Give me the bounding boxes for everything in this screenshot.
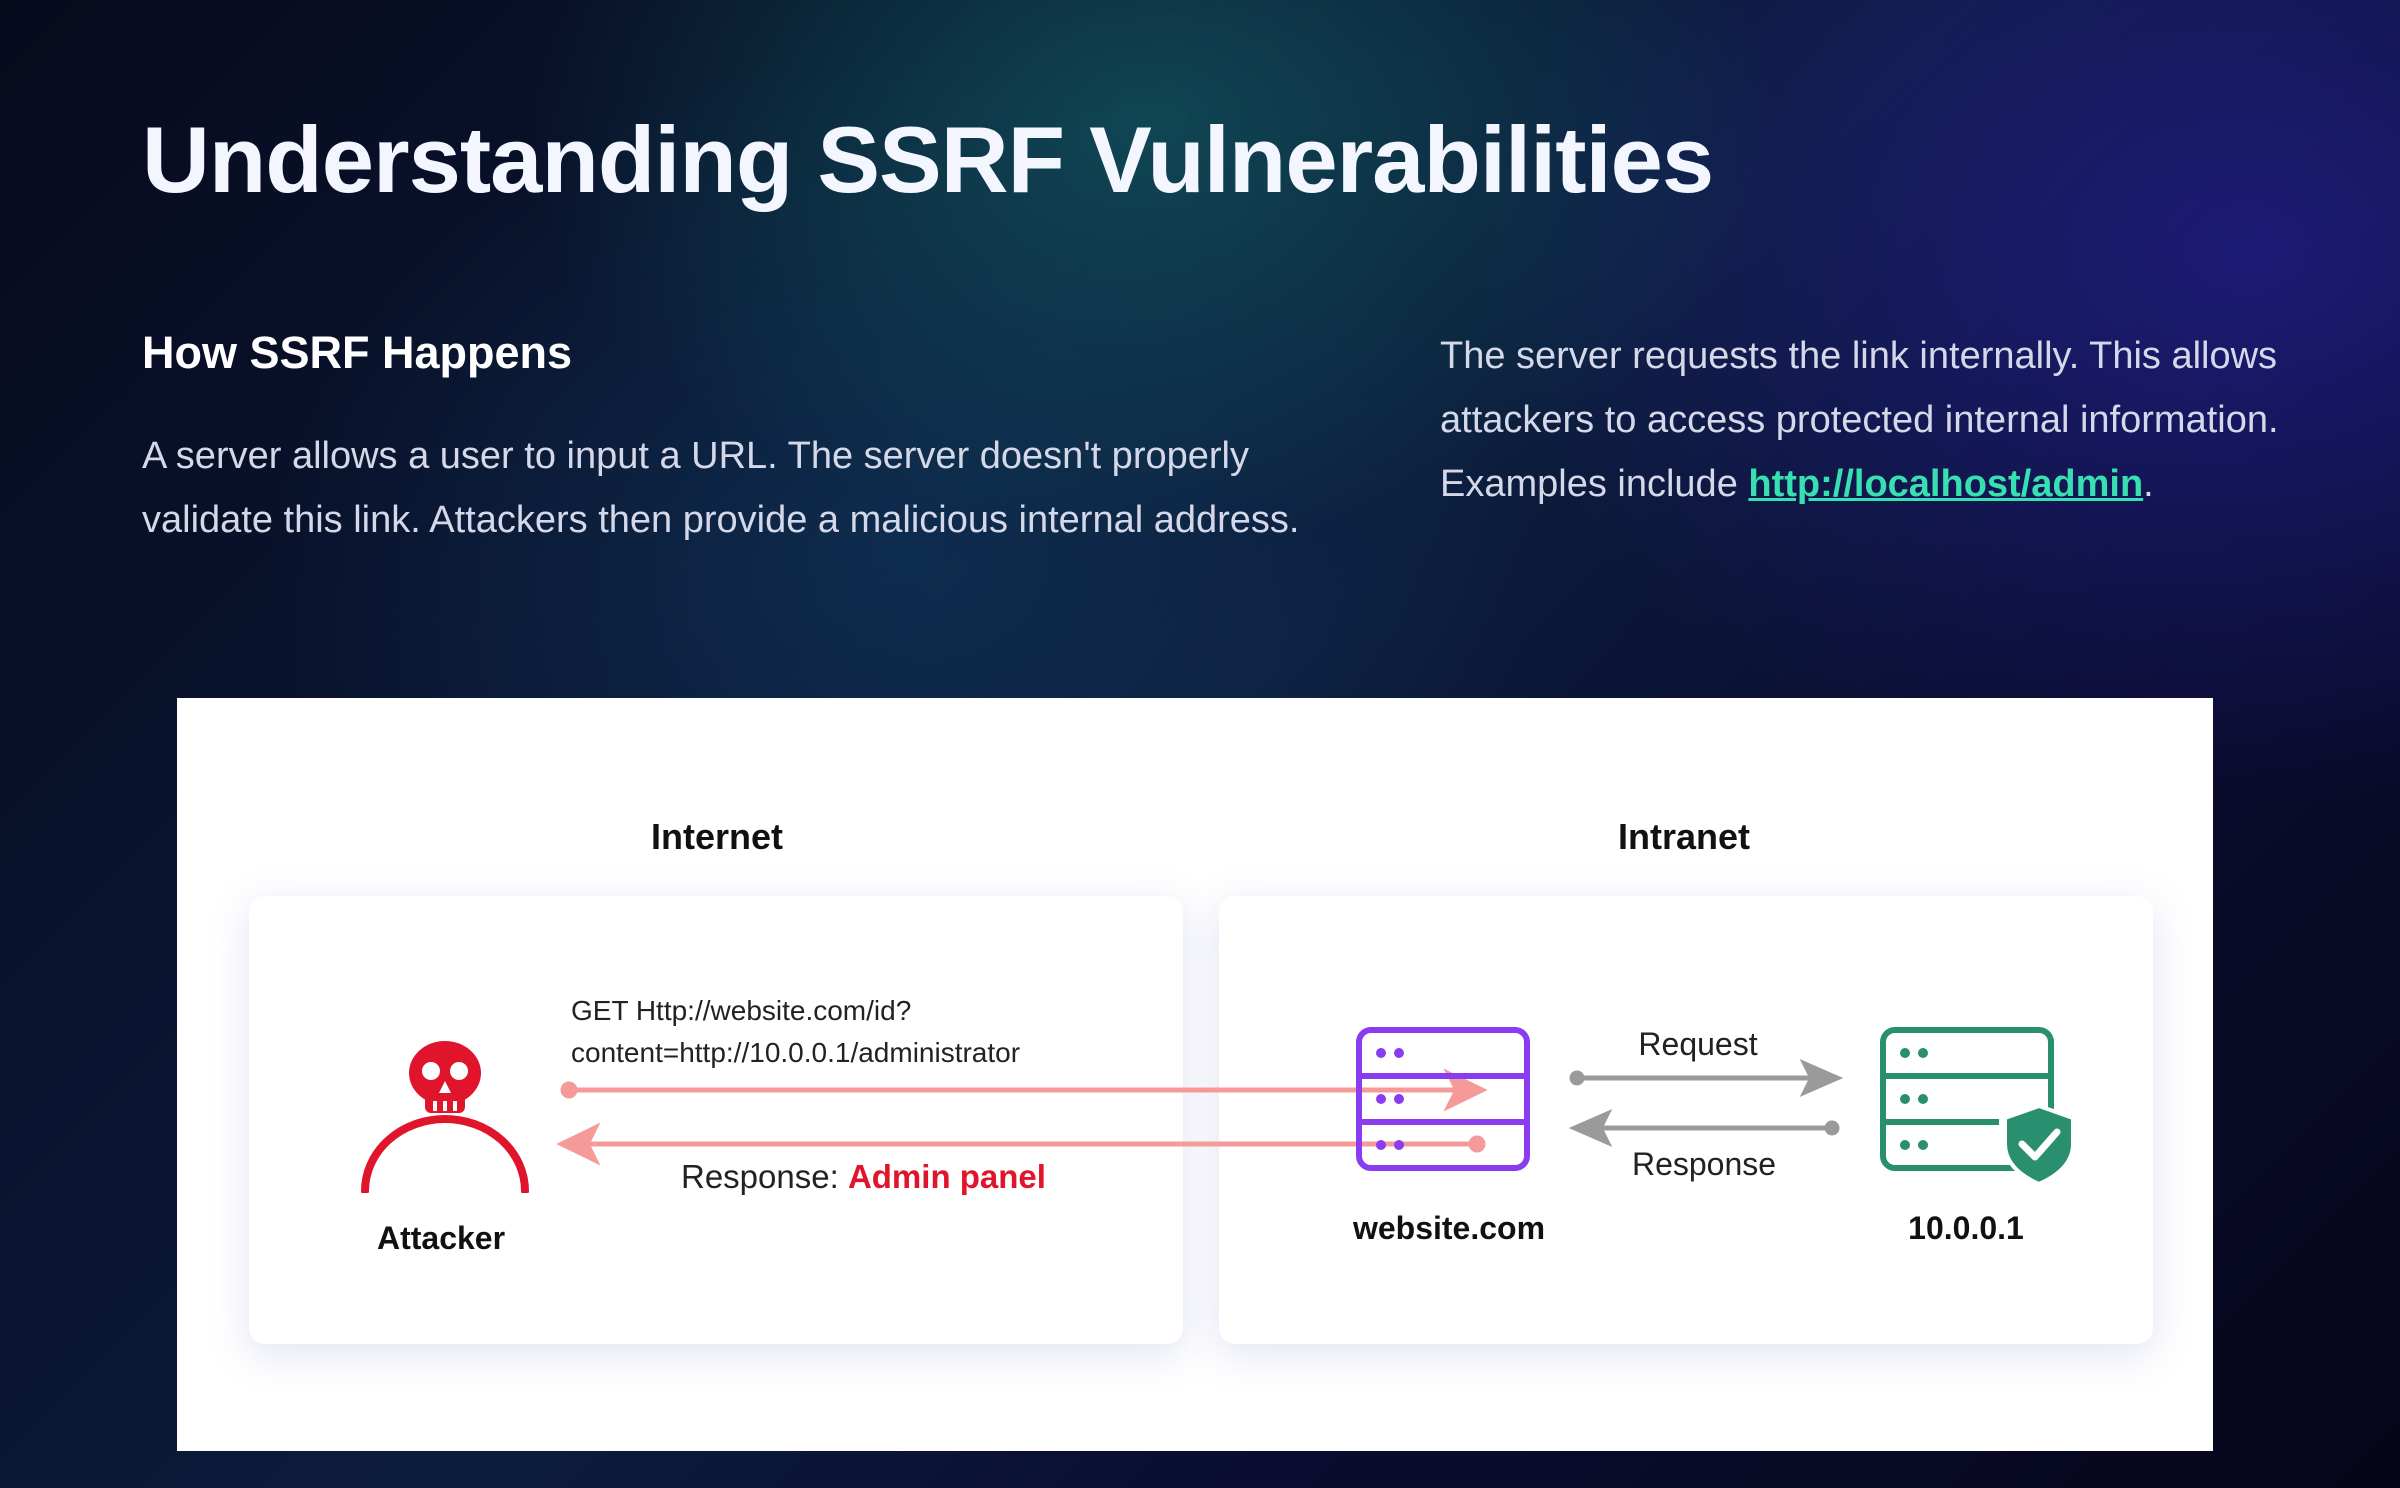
skull-icon: [361, 1041, 529, 1193]
attacker-label: Attacker: [376, 1220, 506, 1256]
internet-label: Internet: [650, 816, 784, 857]
intranet-arrows: [1568, 1058, 1844, 1148]
left-paragraph: A server allows a user to input a URL. T…: [142, 435, 1300, 541]
ssrf-diagram: Internet Intranet Attacker GET Http://we…: [177, 698, 2213, 1451]
section-subtitle: How SSRF Happens: [142, 327, 573, 378]
right-paragraph-end: .: [2143, 463, 2154, 505]
server-icon: [1356, 1027, 1530, 1171]
response-prefix: Response:: [681, 1158, 848, 1195]
right-paragraph: The server requests the link internally.…: [1440, 324, 2280, 516]
secure-server-icon: [1880, 1027, 2075, 1186]
page-title: Understanding SSRF Vulnerabilities: [142, 107, 1714, 212]
shield-check-icon: [2003, 1103, 2075, 1186]
website-label: website.com: [1352, 1210, 1546, 1246]
response-text: Response: Admin panel: [681, 1158, 1046, 1196]
localhost-admin-link[interactable]: http://localhost/admin: [1748, 463, 2143, 505]
intranet-label: Intranet: [1617, 816, 1751, 857]
request-line-1: GET Http://website.com/id?: [571, 995, 912, 1026]
internal-server-label: 10.0.0.1: [1908, 1210, 2024, 1246]
response-label: Response: [1631, 1146, 1777, 1182]
admin-panel-label: Admin panel: [847, 1158, 1046, 1195]
